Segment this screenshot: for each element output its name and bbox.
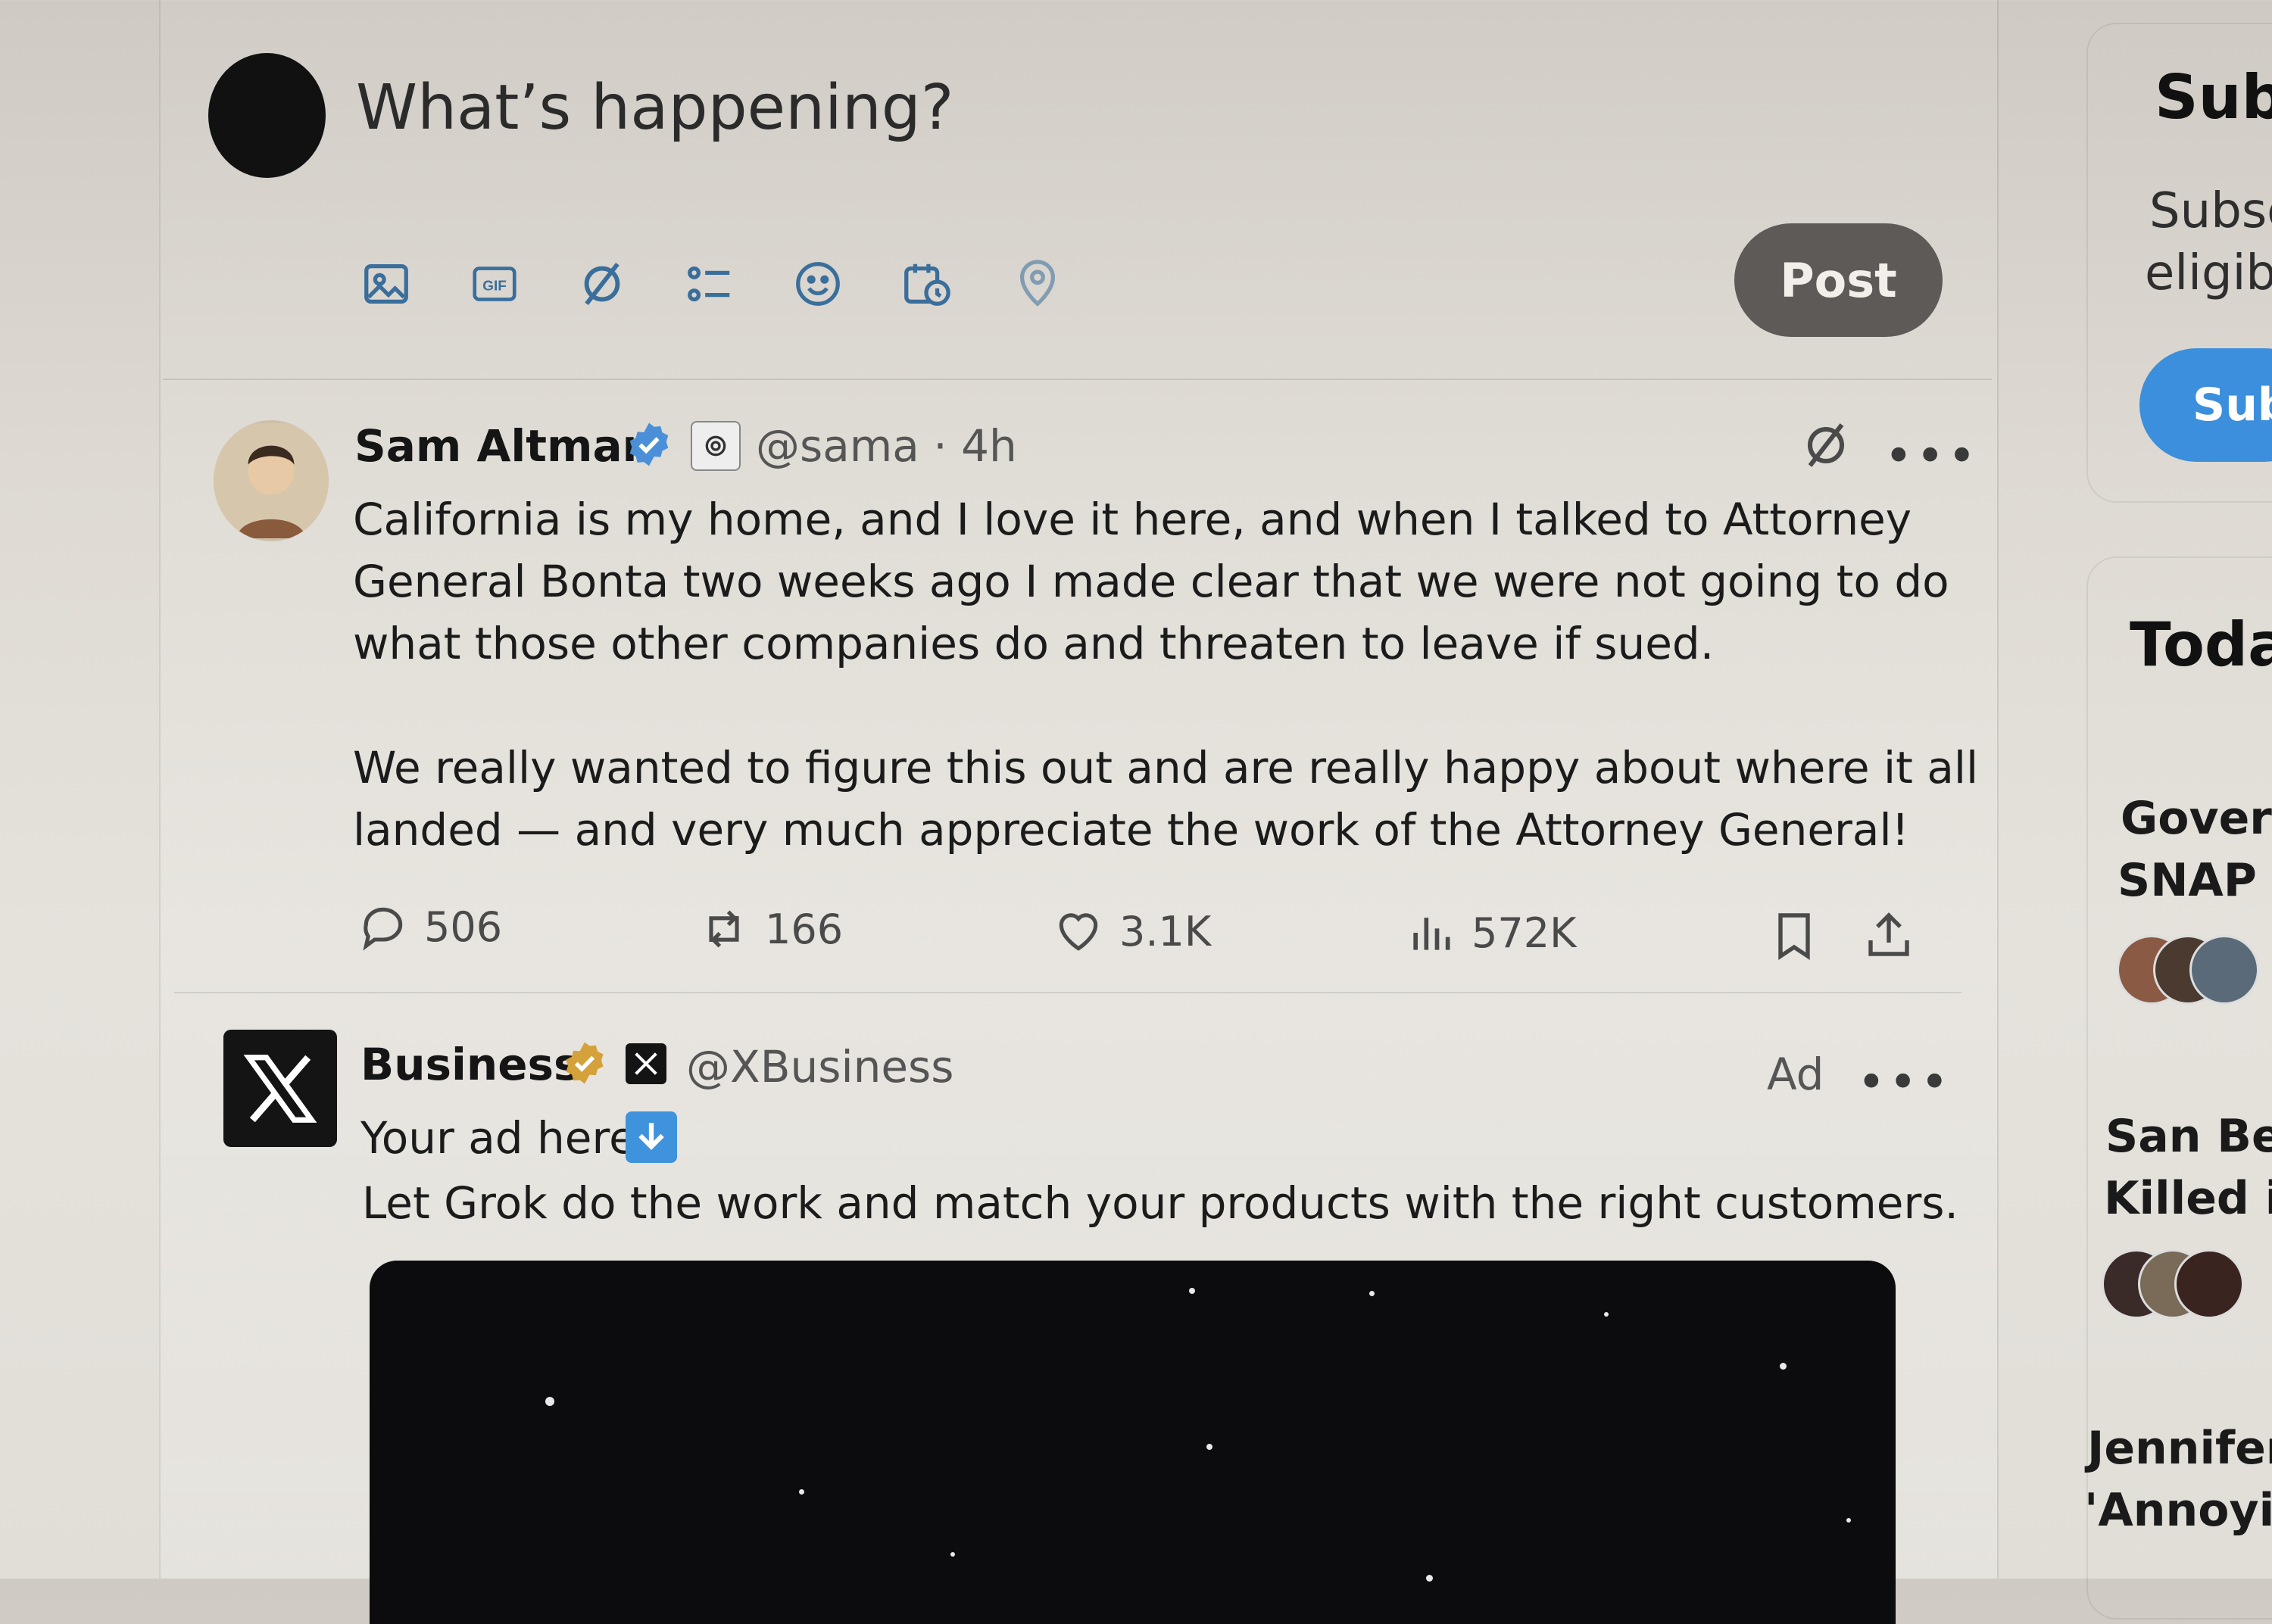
post-button[interactable]: Post [1734,223,1943,337]
author-avatar[interactable] [214,420,329,541]
poll-icon[interactable] [683,257,736,310]
like-count: 3.1K [1119,907,1212,955]
reply-icon [363,907,403,951]
schedule-icon[interactable] [900,257,953,310]
bookmark-icon[interactable] [1767,909,1821,963]
divider [174,992,1961,993]
ad-label: Ad [1767,1049,1824,1100]
tweet-handle-time[interactable]: @sama · 4h [756,420,1017,472]
xbusiness-avatar[interactable] [223,1030,337,1147]
news-headline[interactable]: Killed ir [2104,1167,2272,1230]
views-button[interactable]: 572K [1405,907,1576,959]
subscribe-title: Sub [2155,62,2272,132]
ad-line: Your ad here [360,1112,636,1164]
news-headline[interactable]: San Ber [2105,1105,2272,1167]
views-icon [1413,918,1450,950]
subscribe-button[interactable]: Sub [2139,348,2272,462]
openai-affiliate-icon[interactable] [691,421,741,471]
repost-count: 166 [765,905,844,953]
reply-count: 506 [424,902,503,951]
compose-input[interactable]: What’s happening? [356,72,953,144]
news-avatars [2117,935,2268,1005]
grok-icon[interactable] [1799,418,1853,472]
tweet-line: California is my home, and I love it her… [353,494,1912,545]
news-headline[interactable]: 'Annoyin [2084,1479,2272,1541]
ad-author-name[interactable]: Business [360,1039,580,1090]
news-headline[interactable]: Goverr [2121,787,2272,849]
svg-text:GIF: GIF [482,279,507,295]
user-avatar[interactable] [208,53,326,178]
location-icon[interactable] [1011,257,1064,310]
more-options-icon[interactable]: ••• [1857,1055,1952,1111]
grok-icon[interactable] [576,257,629,310]
ad-handle[interactable]: @XBusiness [686,1041,954,1093]
reply-button[interactable]: 506 [357,901,502,952]
subscribe-text: eligibl [2145,245,2272,301]
tweet-line: General Bonta two weeks ago I made clear… [353,556,1949,607]
down-arrow-icon [626,1111,677,1163]
view-count: 572K [1471,909,1577,957]
ad-media[interactable] [370,1261,1896,1624]
today-title: Toda [2130,609,2272,680]
verified-badge-icon [626,421,673,468]
gold-verified-badge-icon [562,1040,607,1086]
tweet-line: what those other companies do and threat… [353,618,1715,669]
tweet-line: We really wanted to figure this out and … [353,742,1979,793]
ad-line: Let Grok do the work and match your prod… [362,1177,1958,1229]
tweet-line: landed — and very much appreciate the wo… [353,804,1909,856]
subscribe-text: Subsc [2149,183,2272,239]
repost-icon [709,910,739,948]
divider [163,379,1992,380]
heart-icon [1059,913,1098,951]
emoji-icon[interactable] [791,257,844,310]
news-headline[interactable]: Jennifer [2087,1417,2272,1479]
more-options-icon[interactable]: ••• [1884,429,1979,485]
x-affiliate-icon[interactable] [626,1043,666,1084]
news-avatars [2102,1249,2253,1319]
repost-button[interactable]: 166 [698,903,843,955]
like-button[interactable]: 3.1K [1053,906,1211,957]
tweet-author-name[interactable]: Sam Altman [354,420,654,472]
news-headline[interactable]: SNAP E [2118,849,2272,912]
image-icon[interactable] [360,257,413,310]
gif-icon[interactable]: GIF [468,257,521,310]
share-icon[interactable] [1862,909,1916,963]
